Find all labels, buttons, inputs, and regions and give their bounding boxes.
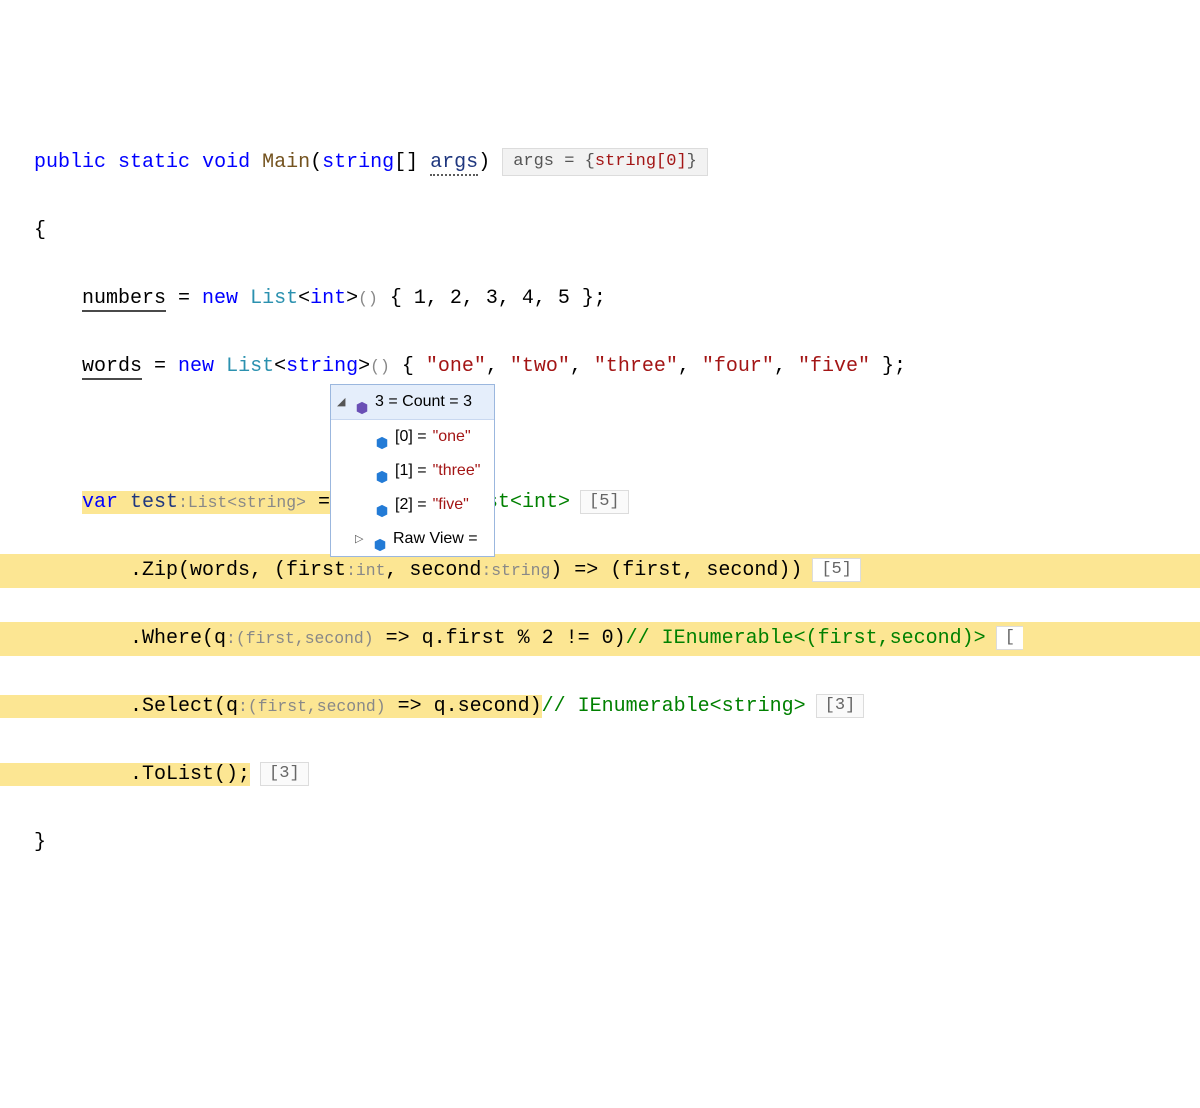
debug-tooltip-item[interactable]: [0] = "one" [331,420,494,454]
code-line-signature: public static void Main(string[] args)ar… [34,146,1200,180]
code-line-brace-close: } [34,826,1200,860]
code-line-words: words = new List<string>() { "one", "two… [34,350,1200,384]
debug-tooltip-item[interactable]: [2] = "five" [331,488,494,522]
code-line-zip: .Zip(words, (first:int, second:string) =… [0,554,1200,588]
debug-badge-args[interactable]: args = {string[0]} [502,148,708,176]
count-badge[interactable]: [3] [816,694,865,718]
debug-tooltip-raw[interactable]: ▷ Raw View = [331,522,494,556]
code-line-where: .Where(q:(first,second) => q.first % 2 !… [0,622,1200,656]
code-line-var-test: var test:List<string> = numbers// List<i… [34,486,1200,520]
code-line-select: .Select(q:(first,second) => q.second)// … [34,690,1200,724]
expand-icon[interactable]: ▷ [355,523,367,555]
field-icon [375,464,389,478]
code-line-blank [34,418,1200,452]
debug-tooltip[interactable]: ◢ 3 = Count = 3 [0] = "one" [1] = "three… [330,384,495,557]
object-icon [355,395,369,409]
count-badge[interactable]: [ [996,626,1023,650]
param-args[interactable]: args [430,151,478,176]
debug-tooltip-header[interactable]: ◢ 3 = Count = 3 [331,385,494,420]
field-icon [375,498,389,512]
debug-tooltip-item[interactable]: [1] = "three" [331,454,494,488]
count-badge[interactable]: [3] [260,762,309,786]
code-line-tolist: .ToList();[3] [34,758,1200,792]
expand-icon[interactable]: ◢ [337,386,349,418]
field-icon [373,532,387,546]
count-badge[interactable]: [5] [580,490,629,514]
count-badge[interactable]: [5] [812,558,861,582]
field-icon [375,430,389,444]
code-line-numbers: numbers = new List<int>() { 1, 2, 3, 4, … [34,282,1200,316]
code-line-brace-open: { [34,214,1200,248]
